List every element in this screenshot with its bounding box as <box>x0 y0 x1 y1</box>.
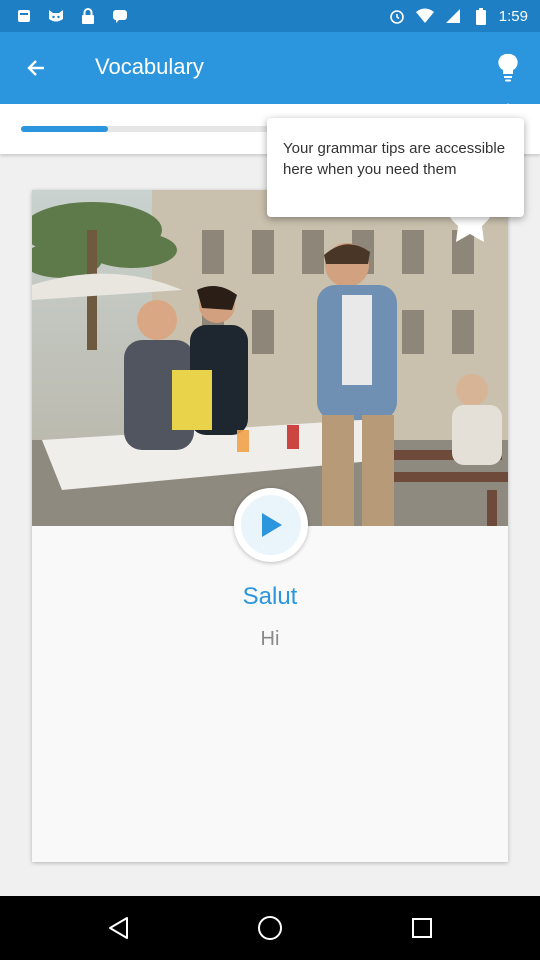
page-title: Vocabulary <box>95 54 204 79</box>
back-button[interactable] <box>14 46 58 90</box>
vocabulary-word: Salut <box>242 583 298 610</box>
nav-home-button[interactable] <box>250 908 290 948</box>
vocabulary-card: Salut Hi <box>32 190 508 862</box>
grammar-tips-tooltip[interactable]: Your grammar tips are accessible here wh… <box>267 118 524 217</box>
progress-bar-fill <box>21 126 108 132</box>
play-audio-button[interactable] <box>234 488 308 562</box>
wifi-icon <box>415 6 435 26</box>
nav-home-icon <box>258 916 282 940</box>
play-button-inner <box>241 495 301 555</box>
vocabulary-translation: Hi <box>260 628 280 650</box>
nav-recents-button[interactable] <box>402 908 442 948</box>
nav-back-button[interactable] <box>98 908 138 948</box>
status-bar: 1:59 <box>0 0 540 32</box>
battery-icon <box>471 6 491 26</box>
nav-back-icon <box>109 917 128 939</box>
play-icon <box>262 513 282 537</box>
signal-icon <box>443 6 463 26</box>
system-nav-bar <box>0 896 540 960</box>
nav-recents-icon <box>412 918 432 938</box>
lightbulb-icon <box>498 53 518 82</box>
lock-icon <box>78 6 98 26</box>
star-icon[interactable] <box>448 214 492 246</box>
notification-icon <box>14 6 34 26</box>
app-bar: Vocabulary <box>0 32 540 104</box>
tooltip-text: Your grammar tips are accessible here wh… <box>283 140 506 178</box>
chat-icon <box>110 6 130 26</box>
cat-icon <box>46 6 66 26</box>
vocabulary-photo <box>32 190 508 526</box>
back-arrow-icon <box>27 60 44 76</box>
status-time: 1:59 <box>498 7 528 25</box>
grammar-tips-button[interactable] <box>486 46 530 90</box>
alarm-icon <box>387 6 407 26</box>
tooltip-arrow <box>498 103 518 119</box>
